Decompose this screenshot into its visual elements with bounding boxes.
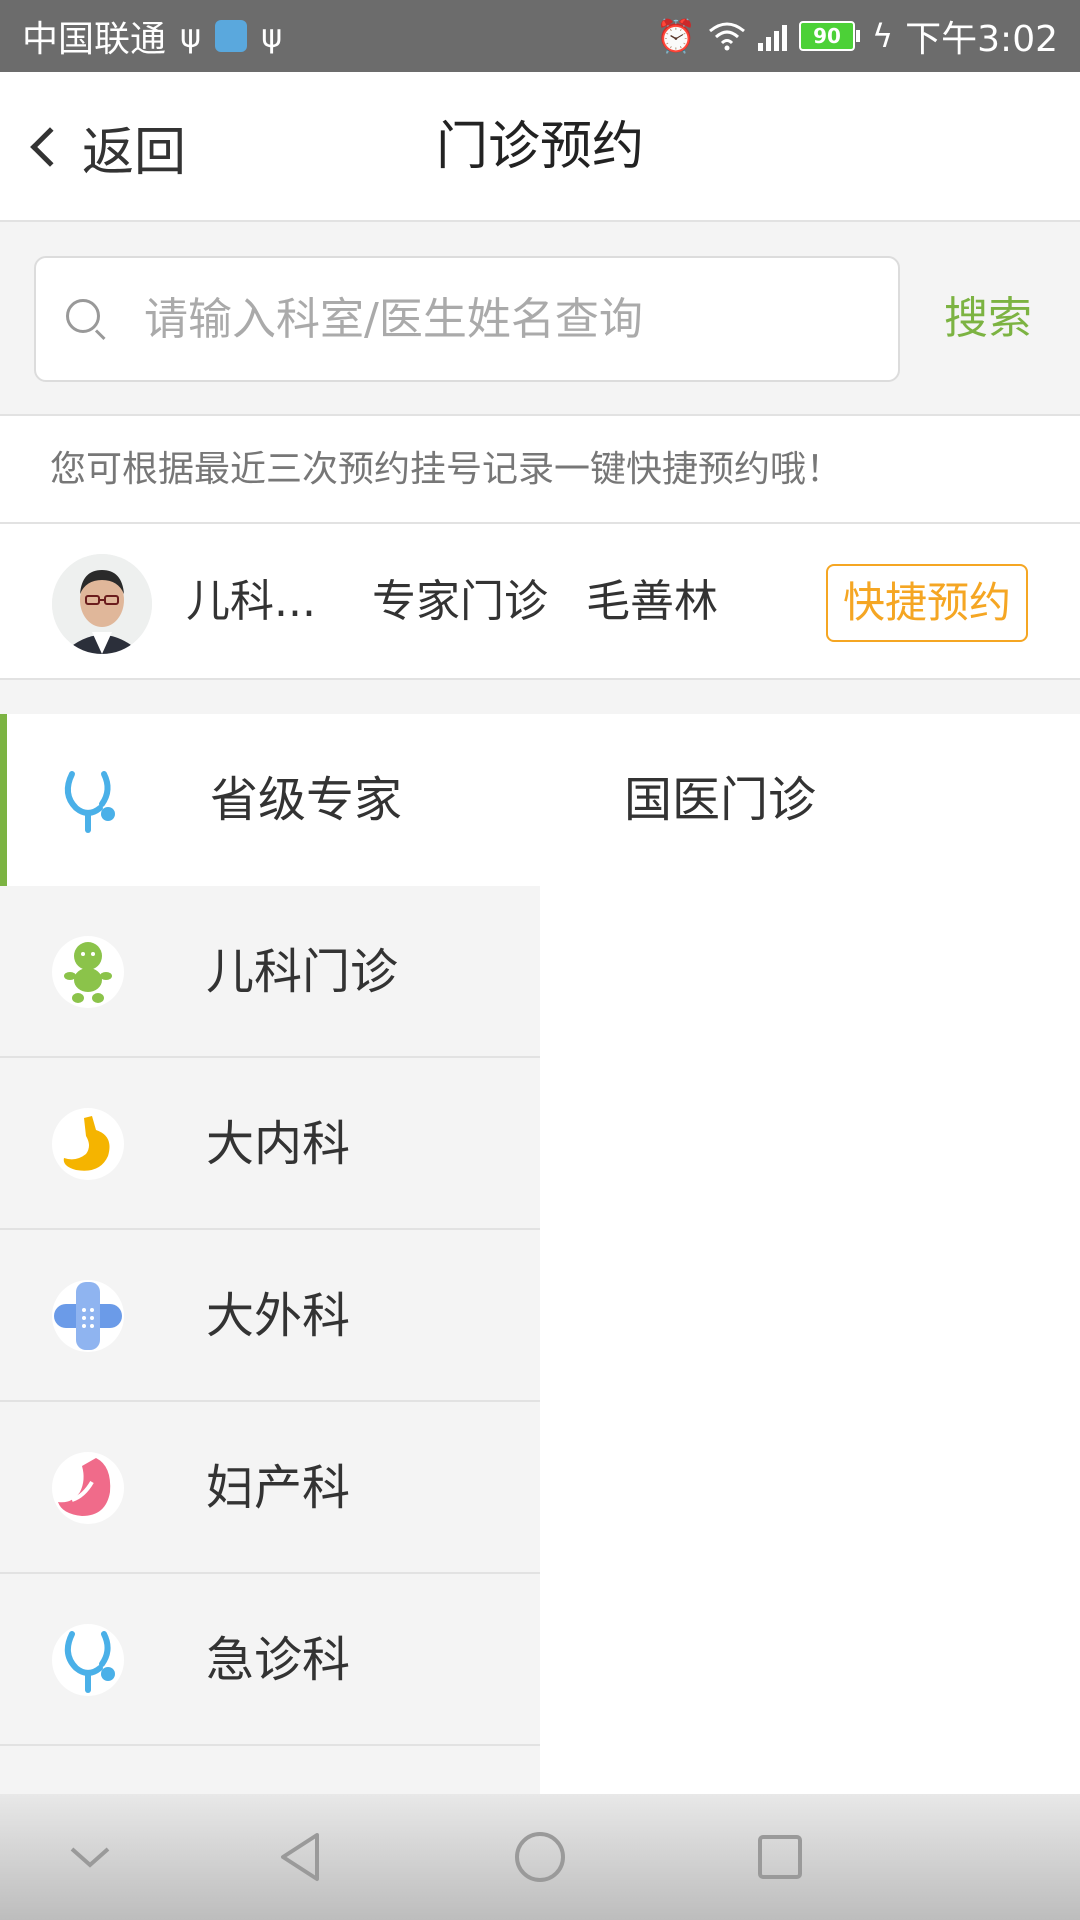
search-bar: 搜索 — [0, 222, 1080, 416]
uterus-icon — [52, 1452, 124, 1524]
chevron-down-icon — [70, 1847, 110, 1868]
category-label: 大外科 — [206, 1288, 351, 1344]
recent-dept: 儿科... — [186, 576, 316, 627]
stethoscope-icon — [52, 764, 124, 836]
recent-doctor-name: 毛善林 — [586, 576, 718, 627]
system-nav-bar — [0, 1794, 1080, 1920]
doctor-portrait-icon — [52, 554, 152, 654]
category-label: 妇产科 — [206, 1460, 351, 1516]
category-item-pediatrics[interactable]: 儿科门诊 — [0, 886, 540, 1058]
stethoscope-icon — [52, 1624, 124, 1696]
nav-back-button[interactable] — [260, 1794, 340, 1920]
battery-level: 90 — [799, 21, 856, 51]
signal-icon — [758, 21, 788, 51]
doctor-avatar — [52, 554, 152, 654]
battery-icon: 90 — [799, 21, 861, 51]
search-button[interactable]: 搜索 — [918, 256, 1058, 382]
charging-icon: ϟ — [872, 17, 894, 55]
category-item-obstetrics-gynecology[interactable]: 妇产科 — [0, 1402, 540, 1574]
category-label: 大内科 — [206, 1116, 351, 1172]
recents-square-icon — [758, 1835, 802, 1879]
stomach-icon — [52, 1108, 124, 1180]
bandage-icon — [52, 1280, 124, 1352]
sub-department-panel: 国医门诊 — [540, 714, 1080, 1794]
category-label: 省级专家 — [210, 772, 403, 828]
app-notification-icon — [215, 20, 248, 52]
category-label: 儿科门诊 — [206, 944, 399, 1000]
category-item-surgery[interactable]: 大外科 — [0, 1230, 540, 1402]
nav-home-button[interactable] — [500, 1794, 580, 1920]
usb-icon: ψ — [261, 17, 283, 55]
category-item-internal-medicine[interactable]: 大内科 — [0, 1058, 540, 1230]
search-input[interactable] — [144, 293, 884, 345]
chevron-left-icon — [30, 127, 70, 167]
search-icon — [66, 299, 106, 341]
search-box[interactable] — [34, 256, 900, 382]
recent-appointment-row: 儿科... 专家门诊 毛善林 快捷预约 — [0, 524, 1080, 680]
wifi-icon — [709, 22, 745, 51]
quick-booking-button[interactable]: 快捷预约 — [826, 564, 1028, 642]
department-category-list: 省级专家 儿科门诊 大内科 大外科 妇产科 急诊科 — [0, 714, 540, 1746]
baby-icon — [52, 936, 124, 1008]
back-label: 返回 — [82, 122, 187, 183]
nav-recents-button[interactable] — [740, 1794, 820, 1920]
back-triangle-icon — [281, 1833, 319, 1881]
alarm-icon: ⏰ — [656, 17, 697, 55]
recent-clinic-type: 专家门诊 — [372, 576, 548, 627]
sub-department-item[interactable]: 国医门诊 — [540, 714, 1080, 886]
app-header: 返回 门诊预约 — [0, 72, 1080, 222]
hide-nav-button[interactable] — [50, 1794, 130, 1920]
category-item-provincial-experts[interactable]: 省级专家 — [0, 714, 540, 886]
quick-booking-hint: 您可根据最近三次预约挂号记录一键快捷预约哦！ — [0, 416, 1080, 524]
department-selector: 国医门诊 省级专家 儿科门诊 大内科 大外科 妇产科 急诊科 — [0, 714, 1080, 1794]
home-circle-icon — [515, 1832, 565, 1882]
category-label: 急诊科 — [206, 1632, 351, 1688]
carrier-name: 中国联通 — [22, 19, 167, 60]
back-button[interactable]: 返回 — [24, 72, 186, 222]
status-bar: 中国联通 ψ ψ ⏰ 90 ϟ 下午3:02 — [0, 0, 1080, 72]
usb-icon: ψ — [180, 17, 202, 55]
clock: 下午3:02 — [905, 19, 1058, 60]
category-item-emergency[interactable]: 急诊科 — [0, 1574, 540, 1746]
